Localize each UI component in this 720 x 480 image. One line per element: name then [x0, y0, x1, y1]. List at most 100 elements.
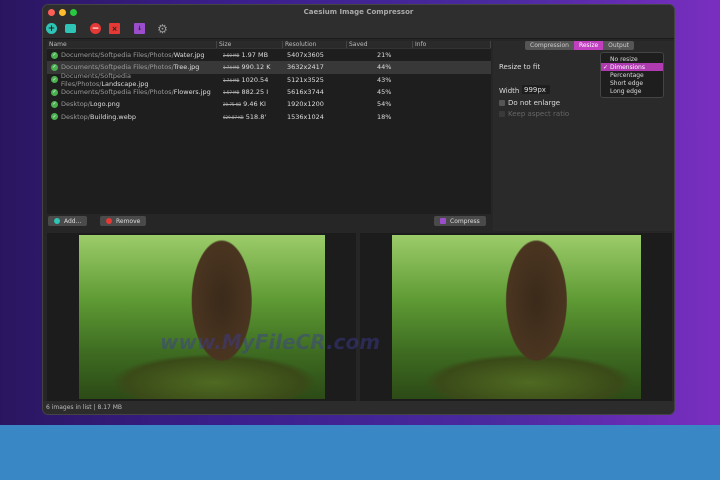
saved-cell: 18% [377, 112, 392, 121]
file-dir: Documents/Softpedia Files/Photos/ [61, 51, 174, 60]
check-icon: ✓ [51, 63, 58, 71]
saved-cell: 21% [377, 51, 392, 60]
menu-item-dimensions[interactable]: ✓ Dimensions [601, 63, 663, 71]
original-size: 629.87 KB [223, 114, 244, 120]
original-size: 1.74 MB [223, 77, 240, 83]
remove-icon[interactable]: − [90, 23, 101, 34]
width-input[interactable]: 999px [522, 85, 550, 94]
original-size: 1.74 MB [223, 65, 240, 71]
tab-compression[interactable]: Compression [525, 41, 574, 50]
add-icon [54, 218, 60, 224]
size-cell: 20.75 KB 9.46 KI [217, 100, 283, 108]
menu-item-short-edge[interactable]: Short edge [601, 79, 663, 87]
size-cell: 1.74 MB 1020.54 [217, 76, 283, 84]
remove-button[interactable]: Remove [100, 216, 147, 226]
add-label: Add... [64, 217, 82, 225]
table-row[interactable]: ✓ Desktop/Logo.png 20.75 KB 9.46 KI 1920x… [47, 98, 491, 110]
file-name: Water.jpg [173, 51, 205, 60]
name-cell: ✓ Desktop/Logo.png [47, 100, 217, 108]
resolution-cell: 1920x1200 [287, 100, 324, 109]
bottom-band [0, 425, 720, 480]
file-name: Landscape.jpg [101, 79, 149, 88]
size-cell: 1.74 MB 990.12 K [217, 63, 283, 71]
add-button[interactable]: Add... [48, 216, 88, 226]
col-resolution[interactable]: Resolution [283, 41, 347, 48]
size-cell: 629.87 KB 518.8' [217, 113, 283, 121]
col-saved[interactable]: Saved [347, 41, 413, 48]
file-name: Tree.jpg [173, 63, 200, 72]
name-cell: ✓ Desktop/Building.webp [47, 113, 217, 121]
keep-aspect-checkbox[interactable]: Keep aspect ratio [499, 110, 569, 118]
compress-archive-icon[interactable]: ↓ [134, 23, 145, 34]
tab-output[interactable]: Output [603, 41, 634, 50]
file-dir: Documents/Softpedia Files/Photos/ [61, 63, 174, 72]
status-bar: 6 images in list | 8.17 MB [43, 401, 674, 414]
remove-icon [106, 218, 112, 224]
file-name: Logo.png [90, 100, 120, 109]
original-size: 20.75 KB [223, 102, 242, 108]
file-name: Building.webp [90, 112, 137, 121]
resize-to-fit-label: Resize to fit [499, 63, 541, 71]
compressed-preview [360, 233, 672, 403]
file-table: Name Size Resolution Saved Info ✓ Documen… [47, 41, 491, 214]
file-name: Flowers.jpg [173, 88, 211, 97]
original-preview [47, 233, 356, 403]
resolution-cell: 5407x3605 [287, 51, 324, 60]
name-cell: ✓ Documents/Softpedia Files/Photos/Landsc… [47, 72, 217, 88]
saved-cell: 44% [377, 63, 392, 72]
file-dir: Desktop/ [61, 100, 90, 109]
original-image [79, 235, 325, 399]
file-dir: Documents/Softpedia Files/Photos/ [61, 88, 174, 97]
dimensions-label: Dimensions [609, 63, 645, 71]
do-not-enlarge-checkbox[interactable]: Do not enlarge [499, 99, 560, 107]
file-dir: Desktop/ [61, 112, 90, 121]
table-row[interactable]: ✓ Documents/Softpedia Files/Photos/Flower… [47, 86, 491, 98]
clear-list-icon[interactable]: × [109, 23, 120, 34]
menu-item-percentage[interactable]: Percentage [601, 71, 663, 79]
resolution-cell: 5616x3744 [287, 88, 324, 97]
compressed-image [392, 235, 641, 399]
col-size[interactable]: Size [217, 41, 283, 48]
check-icon: ✓ [51, 100, 58, 108]
check-icon: ✓ [51, 76, 58, 84]
window-title: Caesium Image Compressor [303, 8, 414, 16]
compress-label: Compress [450, 217, 480, 225]
name-cell: ✓ Documents/Softpedia Files/Photos/Water.… [47, 51, 217, 59]
size-cell: 1.57 MB 882.25 I [217, 88, 283, 96]
do-not-enlarge-label: Do not enlarge [508, 99, 561, 107]
resolution-cell: 5121x3525 [287, 75, 324, 84]
titlebar: Caesium Image Compressor + − × ↓ ⚙ [43, 5, 674, 39]
add-icon[interactable]: + [46, 23, 57, 34]
watermark: www.MyFileCR.com [160, 330, 381, 354]
compressed-size: 1.97 MB [241, 51, 269, 60]
saved-cell: 43% [377, 75, 392, 84]
col-info[interactable]: Info [413, 41, 491, 48]
tab-resize[interactable]: Resize [573, 41, 604, 50]
resolution-cell: 3632x2417 [287, 63, 324, 72]
remove-label: Remove [116, 217, 141, 225]
table-row[interactable]: ✓ Desktop/Building.webp 629.87 KB 518.8' … [47, 110, 491, 122]
compressed-size: 9.46 KI [243, 100, 266, 109]
menu-item-long-edge[interactable]: Long edge [601, 87, 663, 95]
size-cell: 2.50 MB 1.97 MB [217, 51, 283, 59]
table-row[interactable]: ✓ Documents/Softpedia Files/Photos/Landsc… [47, 72, 491, 88]
compressed-size: 882.25 I [241, 88, 269, 97]
settings-gear-icon[interactable]: ⚙ [157, 22, 168, 36]
col-name[interactable]: Name [47, 41, 217, 48]
menu-item-no-resize[interactable]: No resize [601, 55, 663, 63]
saved-cell: 45% [377, 88, 392, 97]
width-label: Width [499, 87, 520, 95]
check-icon: ✓ [51, 51, 58, 59]
table-row[interactable]: ✓ Documents/Softpedia Files/Photos/Water.… [47, 49, 491, 61]
check-icon: ✓ [51, 88, 58, 96]
compress-icon [440, 218, 446, 224]
original-size: 2.50 MB [223, 53, 240, 59]
check-icon: ✓ [51, 113, 58, 121]
checkbox-icon [499, 111, 505, 117]
resolution-cell: 1536x1024 [287, 112, 324, 121]
original-size: 1.57 MB [223, 90, 240, 96]
checkbox-icon [499, 100, 505, 106]
open-folder-icon[interactable] [65, 24, 76, 33]
compressed-size: 990.12 K [241, 63, 271, 72]
compress-button[interactable]: Compress [434, 216, 486, 226]
